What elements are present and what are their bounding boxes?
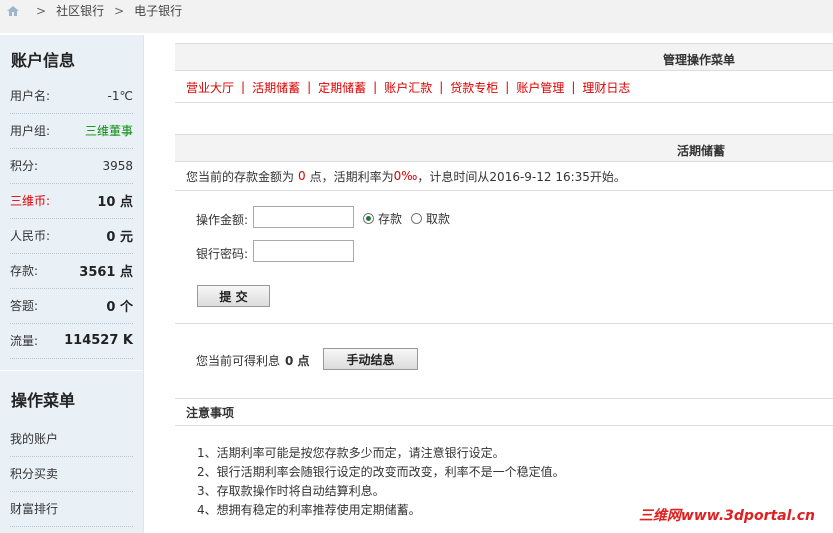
row-label: 存款: bbox=[10, 264, 39, 278]
sidebar-item-points-trade[interactable]: 积分买卖 bbox=[10, 456, 133, 492]
row-label: 用户组: bbox=[10, 124, 51, 138]
sidebar-row-points: 积分: 3958 bbox=[10, 148, 133, 184]
info-text: 点，活期利率为 bbox=[309, 169, 394, 184]
withdraw-radio-label: 取款 bbox=[426, 212, 451, 226]
nav-separator: | bbox=[439, 80, 444, 94]
breadcrumb: > 社区银行 > 电子银行 bbox=[6, 2, 182, 19]
breadcrumb-community-bank[interactable]: 社区银行 bbox=[56, 2, 104, 19]
note-item: 4、想拥有稳定的利率推荐使用定期储蓄。 bbox=[197, 503, 421, 517]
withdraw-radio[interactable]: 取款 bbox=[411, 210, 450, 227]
row-label: 积分: bbox=[10, 159, 39, 173]
sidebar-row-deposit: 存款: 3561 点 bbox=[10, 253, 133, 289]
nav-demand-deposit[interactable]: 活期储蓄 bbox=[252, 79, 300, 96]
sidebar: 账户信息 用户名: -1℃ 用户组: 三维董事 积分: 3958 三维币: 10… bbox=[0, 35, 144, 533]
row-value: 3561 点 bbox=[79, 265, 133, 280]
row-value: 0 元 bbox=[106, 230, 133, 245]
row-value: 三维董事 bbox=[84, 124, 133, 138]
info-text: ，计息时间从2016-9-12 16:35开始。 bbox=[417, 169, 626, 184]
nav-separator: | bbox=[307, 80, 312, 94]
sidebar-item-label: 积分买卖 bbox=[10, 467, 59, 481]
sidebar-item-label: 我的账户 bbox=[10, 432, 59, 446]
sidebar-divider bbox=[0, 370, 143, 371]
sidebar-row-rmb: 人民币: 0 元 bbox=[10, 218, 133, 254]
deposit-info: 您当前的存款金额为 0 点，活期利率为 0‰ ，计息时间从2016-9-12 1… bbox=[175, 162, 833, 191]
nav-separator: | bbox=[241, 80, 246, 94]
note-item: 1、活期利率可能是按您存款多少而定，请注意银行设定。 bbox=[197, 446, 505, 460]
sidebar-row-coins: 三维币: 10 点 bbox=[10, 183, 133, 219]
nav-finance-log[interactable]: 理财日志 bbox=[582, 79, 630, 96]
deposit-form: 操作金额: 存款 取款 银行密码: 提 交 bbox=[175, 191, 833, 324]
deposit-balance: 0 bbox=[298, 169, 306, 183]
nav-fixed-deposit[interactable]: 定期储蓄 bbox=[318, 79, 366, 96]
row-label: 答题: bbox=[10, 299, 39, 313]
breadcrumb-separator: > bbox=[36, 3, 47, 18]
account-info-title: 账户信息 bbox=[11, 51, 76, 70]
demand-panel-header: 活期储蓄 bbox=[175, 134, 833, 162]
sidebar-item-wealth-rank[interactable]: 财富排行 bbox=[10, 491, 133, 527]
row-value: 10 点 bbox=[97, 195, 133, 210]
row-label: 用户名: bbox=[10, 89, 51, 103]
row-value: 3958 bbox=[102, 158, 133, 173]
breadcrumb-separator: > bbox=[114, 3, 125, 18]
password-label: 银行密码: bbox=[196, 247, 249, 261]
row-label: 三维币: bbox=[10, 194, 51, 208]
row-value: 0 个 bbox=[106, 300, 133, 315]
radio-checked-icon bbox=[363, 213, 374, 224]
sidebar-row-username: 用户名: -1℃ bbox=[10, 78, 133, 114]
menu-panel-title: 管理操作菜单 bbox=[663, 53, 736, 67]
sidebar-row-traffic: 流量: 114527 K bbox=[10, 323, 133, 359]
amount-input[interactable] bbox=[253, 206, 354, 228]
operation-nav: 营业大厅 | 活期储蓄 | 定期储蓄 | 账户汇款 | 贷款专柜 | 账户管理 … bbox=[175, 72, 833, 103]
interest-section: 您当前可得利息 0 点 手动结息 bbox=[175, 324, 833, 399]
sidebar-item-my-account[interactable]: 我的账户 bbox=[10, 421, 133, 457]
breadcrumb-bar: > 社区银行 > 电子银行 bbox=[0, 0, 833, 33]
nav-lobby[interactable]: 营业大厅 bbox=[186, 79, 234, 96]
row-label: 人民币: bbox=[10, 229, 51, 243]
note-item: 2、银行活期利率会随银行设定的改变而改变，利率不是一个稳定值。 bbox=[197, 465, 565, 479]
demand-panel-title: 活期储蓄 bbox=[677, 144, 726, 158]
deposit-radio[interactable]: 存款 bbox=[363, 210, 402, 227]
amount-label: 操作金额: bbox=[196, 213, 249, 227]
nav-separator: | bbox=[373, 80, 378, 94]
interest-text: 您当前可得利息 bbox=[196, 354, 281, 368]
nav-separator: | bbox=[571, 80, 576, 94]
sidebar-row-usergroup: 用户组: 三维董事 bbox=[10, 113, 133, 149]
nav-remittance[interactable]: 账户汇款 bbox=[384, 79, 432, 96]
password-input[interactable] bbox=[253, 240, 354, 262]
interest-rate: 0‰ bbox=[393, 169, 418, 183]
row-value: 114527 K bbox=[64, 333, 133, 348]
row-value: -1℃ bbox=[107, 88, 133, 103]
sidebar-row-answers: 答题: 0 个 bbox=[10, 288, 133, 324]
manual-settle-button[interactable]: 手动结息 bbox=[323, 348, 418, 370]
info-text: 您当前的存款金额为 bbox=[186, 169, 295, 184]
sidebar-item-label: 财富排行 bbox=[10, 502, 59, 516]
notes-title: 注意事项 bbox=[175, 399, 833, 426]
nav-account-manage[interactable]: 账户管理 bbox=[516, 79, 564, 96]
deposit-radio-label: 存款 bbox=[378, 212, 403, 226]
note-item: 3、存取款操作时将自动结算利息。 bbox=[197, 484, 385, 498]
nav-separator: | bbox=[505, 80, 510, 94]
radio-unchecked-icon bbox=[411, 213, 422, 224]
home-icon[interactable] bbox=[6, 5, 20, 17]
site-watermark: 三维网www.3dportal.cn bbox=[638, 508, 815, 524]
row-label: 流量: bbox=[10, 334, 39, 348]
interest-value: 0 点 bbox=[285, 354, 310, 368]
operation-menu-title: 操作菜单 bbox=[11, 391, 76, 410]
nav-loan[interactable]: 贷款专柜 bbox=[450, 79, 498, 96]
menu-panel-header: 管理操作菜单 bbox=[175, 43, 833, 71]
breadcrumb-ebank[interactable]: 电子银行 bbox=[134, 2, 182, 19]
submit-button[interactable]: 提 交 bbox=[197, 285, 270, 307]
